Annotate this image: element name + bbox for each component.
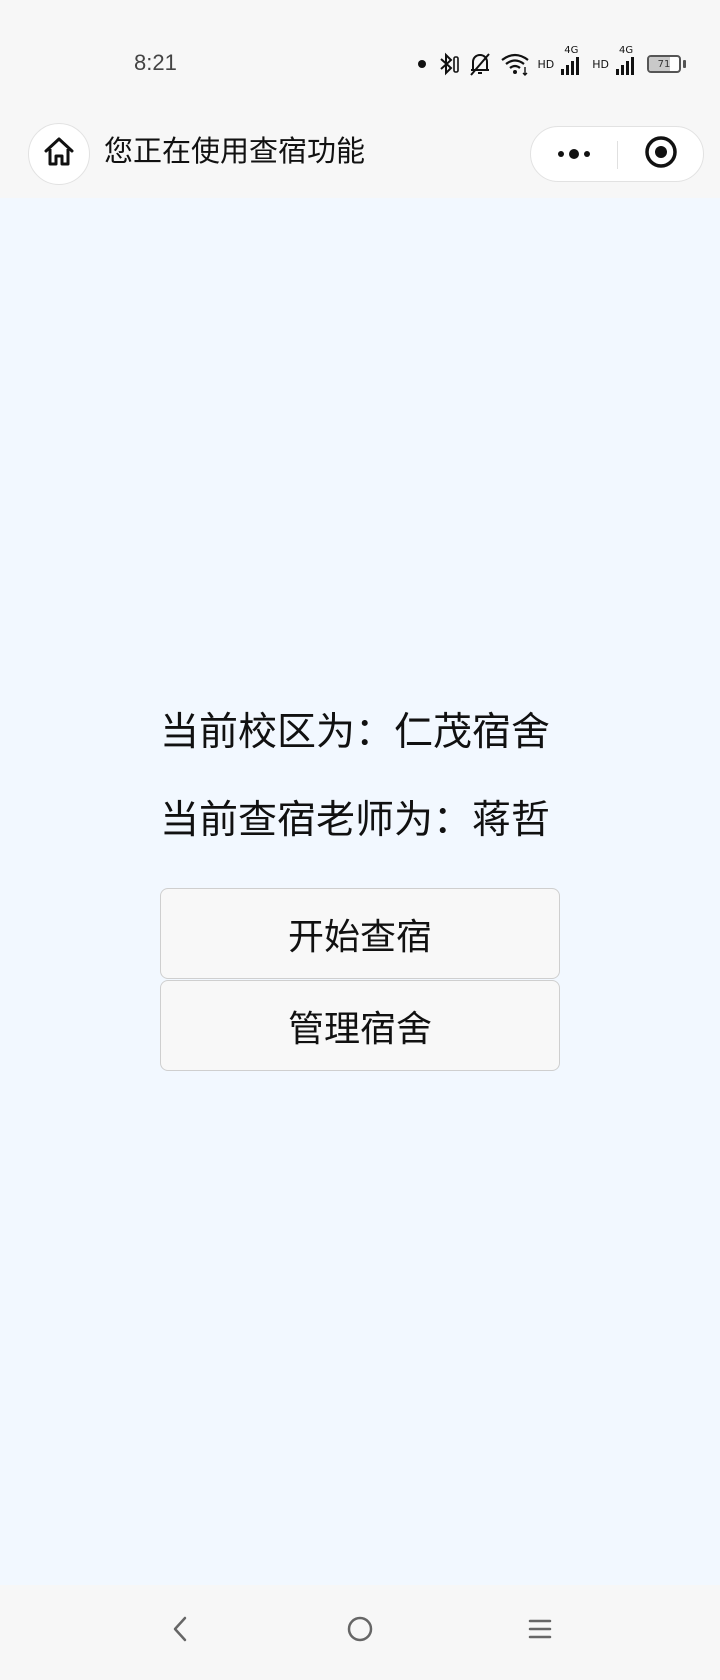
status-icons: HD 4G HD 4G 71 <box>417 45 686 82</box>
back-chevron-icon <box>170 1615 190 1647</box>
status-bar: 8:21 HD 4G HD 4G 71 <box>0 0 720 120</box>
menu-lines-icon <box>527 1618 553 1644</box>
status-time: 8:21 <box>134 50 177 75</box>
more-dots-icon <box>556 145 592 164</box>
teacher-info: 当前查宿老师为：蒋哲 <box>160 798 551 843</box>
network-label-2: HD <box>592 57 609 71</box>
battery-level: 71 <box>657 58 671 70</box>
battery-icon: 71 <box>647 55 686 73</box>
app-screen: 8:21 HD 4G HD 4G 71 您正在使用查宿功能 当前校区为：仁茂宿舍… <box>0 0 720 1680</box>
bell-off-icon <box>468 51 492 77</box>
nav-bar: 您正在使用查宿功能 <box>0 120 720 198</box>
more-button[interactable] <box>531 127 617 181</box>
network-label-1: HD <box>537 57 555 71</box>
close-button[interactable] <box>618 127 704 181</box>
battery-cap <box>683 60 686 68</box>
system-back-button[interactable] <box>150 1605 210 1657</box>
campus-info: 当前校区为：仁茂宿舍 <box>160 710 551 755</box>
signal-icon-2: 4G <box>615 45 639 79</box>
page-title: 您正在使用查宿功能 <box>104 134 366 168</box>
signal-icon: 4G <box>560 45 584 79</box>
home-icon <box>42 135 76 173</box>
system-home-button[interactable] <box>330 1605 390 1657</box>
circle-home-icon <box>346 1615 374 1647</box>
system-nav-bar <box>0 1585 720 1680</box>
home-button[interactable] <box>28 123 90 185</box>
wifi-icon <box>500 51 530 77</box>
mini-program-capsule <box>530 126 704 182</box>
bluetooth-icon <box>434 51 460 77</box>
notification-dot-icon <box>417 60 426 68</box>
manage-dorm-button[interactable]: 管理宿舍 <box>160 980 560 1071</box>
battery-body: 71 <box>647 55 681 73</box>
close-target-icon <box>644 135 678 173</box>
main-content: 当前校区为：仁茂宿舍 当前查宿老师为：蒋哲 开始查宿 管理宿舍 <box>0 198 720 1585</box>
system-menu-button[interactable] <box>510 1605 570 1657</box>
start-check-button[interactable]: 开始查宿 <box>160 888 560 979</box>
